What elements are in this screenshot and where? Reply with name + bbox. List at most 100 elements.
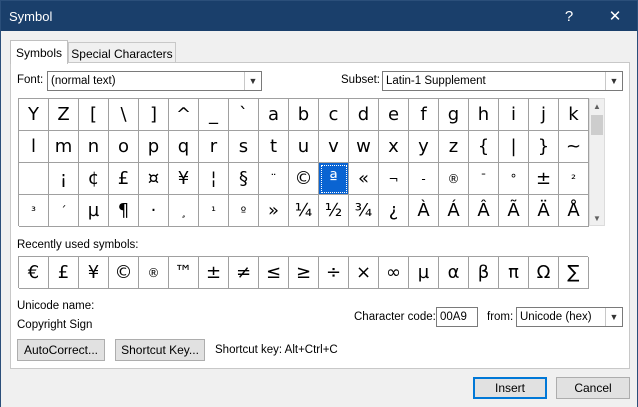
symbol-cell[interactable]: `	[229, 99, 259, 131]
symbol-cell[interactable]: ~	[559, 131, 589, 163]
symbol-cell[interactable]: b	[289, 99, 319, 131]
symbol-cell[interactable]: ¾	[349, 195, 379, 227]
subset-select[interactable]: Latin-1 Supplement ▼	[382, 71, 623, 91]
symbol-cell[interactable]: ¼	[289, 195, 319, 227]
recent-symbol-cell[interactable]: ×	[349, 257, 379, 289]
symbol-cell[interactable]: l	[19, 131, 49, 163]
recent-symbol-cell[interactable]: £	[49, 257, 79, 289]
symbol-cell[interactable]: q	[169, 131, 199, 163]
recent-symbol-cell[interactable]: β	[469, 257, 499, 289]
symbol-cell[interactable]: ¿	[379, 195, 409, 227]
symbol-cell[interactable]: f	[409, 99, 439, 131]
symbol-cell[interactable]: |	[499, 131, 529, 163]
symbol-cell[interactable]: ¹	[199, 195, 229, 227]
recent-symbol-cell[interactable]: α	[439, 257, 469, 289]
symbol-cell[interactable]: k	[559, 99, 589, 131]
recent-symbol-cell[interactable]: ∞	[379, 257, 409, 289]
symbol-cell[interactable]: ¯	[469, 163, 499, 195]
symbol-cell[interactable]: x	[379, 131, 409, 163]
symbol-cell[interactable]: u	[289, 131, 319, 163]
symbol-cell[interactable]: °	[499, 163, 529, 195]
symbol-cell[interactable]: i	[499, 99, 529, 131]
symbol-cell[interactable]: ±	[529, 163, 559, 195]
symbol-cell[interactable]: Å	[559, 195, 589, 227]
symbol-cell[interactable]	[19, 163, 49, 195]
symbol-cell[interactable]: h	[469, 99, 499, 131]
symbol-cell[interactable]: d	[349, 99, 379, 131]
recent-symbol-cell[interactable]: π	[499, 257, 529, 289]
recent-symbol-cell[interactable]: ™	[169, 257, 199, 289]
symbol-cell[interactable]: n	[79, 131, 109, 163]
recent-symbol-cell[interactable]: ¥	[79, 257, 109, 289]
symbol-cell[interactable]: ¤	[139, 163, 169, 195]
symbol-cell[interactable]: ª	[319, 163, 349, 195]
cancel-button[interactable]: Cancel	[556, 377, 630, 399]
symbol-cell[interactable]: ¸	[169, 195, 199, 227]
symbol-cell[interactable]: ¡	[49, 163, 79, 195]
symbol-cell[interactable]: ¨	[259, 163, 289, 195]
recent-symbol-cell[interactable]: ≤	[259, 257, 289, 289]
scrollbar-thumb[interactable]	[591, 115, 603, 135]
symbol-cell[interactable]: {	[469, 131, 499, 163]
symbol-cell[interactable]: ²	[559, 163, 589, 195]
symbol-cell[interactable]: [	[79, 99, 109, 131]
recent-symbol-cell[interactable]: ®	[139, 257, 169, 289]
symbol-cell[interactable]: ³	[19, 195, 49, 227]
recent-symbol-cell[interactable]: ≠	[229, 257, 259, 289]
character-code-input[interactable]: 00A9	[436, 307, 478, 327]
symbol-cell[interactable]: y	[409, 131, 439, 163]
shortcut-key-button[interactable]: Shortcut Key...	[115, 339, 205, 361]
recent-symbol-cell[interactable]: €	[19, 257, 49, 289]
symbol-cell[interactable]: ¬	[379, 163, 409, 195]
symbol-cell[interactable]: «	[349, 163, 379, 195]
tab-special-characters[interactable]: Special Characters	[68, 42, 176, 64]
from-select[interactable]: Unicode (hex) ▼	[516, 307, 623, 327]
symbol-cell[interactable]: µ	[79, 195, 109, 227]
triangle-up-icon[interactable]: ▲	[590, 99, 604, 113]
symbol-cell[interactable]: ¶	[109, 195, 139, 227]
symbol-cell[interactable]: Ä	[529, 195, 559, 227]
symbol-cell[interactable]: e	[379, 99, 409, 131]
symbol-cell[interactable]: v	[319, 131, 349, 163]
symbol-cell[interactable]: Â	[469, 195, 499, 227]
recent-symbol-cell[interactable]: Ω	[529, 257, 559, 289]
symbol-cell[interactable]: ´	[49, 195, 79, 227]
recent-symbol-cell[interactable]: µ	[409, 257, 439, 289]
symbol-cell[interactable]: ·	[139, 195, 169, 227]
symbol-cell[interactable]: j	[529, 99, 559, 131]
symbol-cell[interactable]: p	[139, 131, 169, 163]
symbol-cell[interactable]: Á	[439, 195, 469, 227]
symbol-cell[interactable]: }	[529, 131, 559, 163]
symbol-cell[interactable]: ®	[439, 163, 469, 195]
symbol-cell[interactable]: ]	[139, 99, 169, 131]
font-select[interactable]: (normal text) ▼	[47, 71, 262, 91]
recent-symbol-cell[interactable]: ∑	[559, 257, 589, 289]
symbol-cell[interactable]: ¥	[169, 163, 199, 195]
symbol-cell[interactable]: À	[409, 195, 439, 227]
recent-symbol-cell[interactable]: ©	[109, 257, 139, 289]
symbol-cell[interactable]: ^	[169, 99, 199, 131]
recent-symbol-cell[interactable]: ÷	[319, 257, 349, 289]
symbol-cell[interactable]: _	[199, 99, 229, 131]
symbol-cell[interactable]: m	[49, 131, 79, 163]
symbol-cell[interactable]: z	[439, 131, 469, 163]
symbol-cell[interactable]: r	[199, 131, 229, 163]
symbol-cell[interactable]: t	[259, 131, 289, 163]
symbol-cell[interactable]: ¦	[199, 163, 229, 195]
symbol-cell[interactable]: g	[439, 99, 469, 131]
symbol-cell[interactable]: »	[259, 195, 289, 227]
symbol-cell[interactable]: £	[109, 163, 139, 195]
symbol-cell[interactable]: c	[319, 99, 349, 131]
recent-symbol-cell[interactable]: ±	[199, 257, 229, 289]
autocorrect-button[interactable]: AutoCorrect...	[17, 339, 105, 361]
symbol-cell[interactable]: º	[229, 195, 259, 227]
symbol-cell[interactable]: Z	[49, 99, 79, 131]
symbol-cell[interactable]: §	[229, 163, 259, 195]
symbol-cell[interactable]: Ã	[499, 195, 529, 227]
tab-symbols[interactable]: Symbols	[10, 40, 68, 64]
symbol-cell[interactable]: a	[259, 99, 289, 131]
symbol-cell[interactable]: ¢	[79, 163, 109, 195]
close-button[interactable]: ✕	[595, 1, 635, 31]
symbol-cell[interactable]: o	[109, 131, 139, 163]
symbol-cell[interactable]: s	[229, 131, 259, 163]
